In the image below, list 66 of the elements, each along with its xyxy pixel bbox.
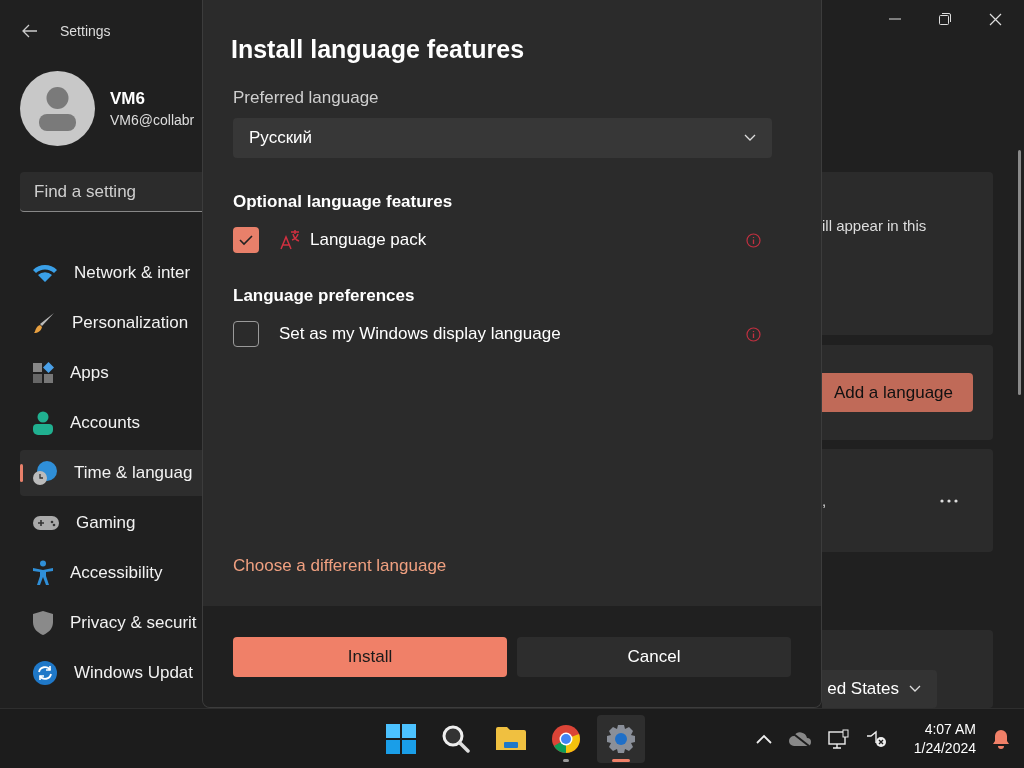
person-icon bbox=[32, 411, 54, 435]
info-icon bbox=[746, 232, 761, 248]
chevron-down-icon bbox=[744, 134, 756, 142]
language-icon bbox=[279, 229, 301, 251]
gear-icon bbox=[606, 723, 636, 754]
nav-item[interactable]: Time & languag bbox=[20, 450, 202, 496]
chevron-up-icon bbox=[755, 733, 772, 744]
nav-item[interactable]: Gaming bbox=[20, 500, 202, 546]
running-indicator bbox=[563, 758, 569, 762]
app-title: Settings bbox=[60, 23, 111, 39]
clock-date[interactable]: 1/24/2024 bbox=[913, 738, 976, 758]
monitor-icon bbox=[827, 728, 850, 749]
chevron-down-icon bbox=[909, 685, 921, 693]
card-text: , bbox=[822, 492, 827, 509]
dialog-title: Install language features bbox=[231, 34, 526, 64]
checkmark-icon bbox=[239, 234, 253, 246]
bell-icon bbox=[992, 728, 1010, 749]
user-email: VM6@collabr bbox=[110, 111, 195, 128]
speaker-muted-icon bbox=[865, 729, 888, 748]
apps-icon bbox=[32, 362, 54, 384]
search-icon bbox=[442, 724, 470, 753]
nav-item[interactable]: Network & inter bbox=[20, 250, 202, 296]
search-field[interactable]: Find a setting bbox=[20, 172, 202, 212]
different-language-link[interactable]: Choose a different language bbox=[233, 556, 791, 576]
restore-icon bbox=[939, 13, 951, 25]
gamepad-icon bbox=[32, 514, 60, 532]
folder-icon bbox=[496, 725, 526, 752]
shield-icon bbox=[32, 610, 54, 636]
section-heading: Language preferences bbox=[233, 286, 416, 306]
nav-item[interactable]: Windows Updat bbox=[20, 650, 202, 696]
windows-logo-icon bbox=[386, 723, 416, 754]
clock-time[interactable]: 4:07 AM bbox=[924, 719, 976, 739]
sync-icon bbox=[32, 660, 58, 686]
nav-item[interactable]: Personalization bbox=[20, 300, 202, 346]
field-label: Preferred language bbox=[233, 88, 380, 108]
cloud-off-icon bbox=[787, 730, 812, 747]
wifi-icon bbox=[32, 263, 58, 283]
avatar-icon bbox=[20, 70, 95, 146]
region-dropdown[interactable]: ed States bbox=[822, 670, 937, 708]
nav-item[interactable]: Accounts bbox=[20, 400, 202, 446]
checkbox[interactable] bbox=[233, 227, 259, 253]
minimize-icon bbox=[889, 18, 901, 20]
taskbar-app[interactable] bbox=[597, 714, 645, 763]
info-icon bbox=[746, 326, 761, 342]
more-icon bbox=[940, 498, 958, 503]
accessibility-icon bbox=[32, 560, 54, 586]
cancel-button[interactable]: Cancel bbox=[517, 637, 791, 677]
globe-clock-icon bbox=[32, 460, 58, 486]
card-text: ill appear in this bbox=[822, 217, 927, 236]
scrollbar[interactable] bbox=[1018, 150, 1021, 395]
nav-item[interactable]: Apps bbox=[20, 350, 202, 396]
close-icon bbox=[989, 12, 1002, 26]
brush-icon bbox=[32, 311, 56, 335]
language-dropdown[interactable]: Русский bbox=[233, 118, 772, 158]
back-arrow-icon bbox=[22, 24, 38, 38]
section-heading: Optional language features bbox=[233, 192, 454, 212]
user-name: VM6 bbox=[110, 88, 146, 109]
option-label: Language pack bbox=[310, 230, 428, 250]
install-button[interactable]: Install bbox=[233, 637, 507, 677]
chrome-icon bbox=[551, 723, 581, 754]
add-language-button[interactable]: Add a language bbox=[822, 373, 973, 412]
nav-item[interactable]: Accessibility bbox=[20, 550, 202, 596]
nav-item[interactable]: Privacy & securit bbox=[20, 600, 202, 646]
option-label: Set as my Windows display language bbox=[279, 324, 562, 344]
running-indicator bbox=[612, 758, 630, 762]
checkbox[interactable] bbox=[233, 321, 259, 347]
